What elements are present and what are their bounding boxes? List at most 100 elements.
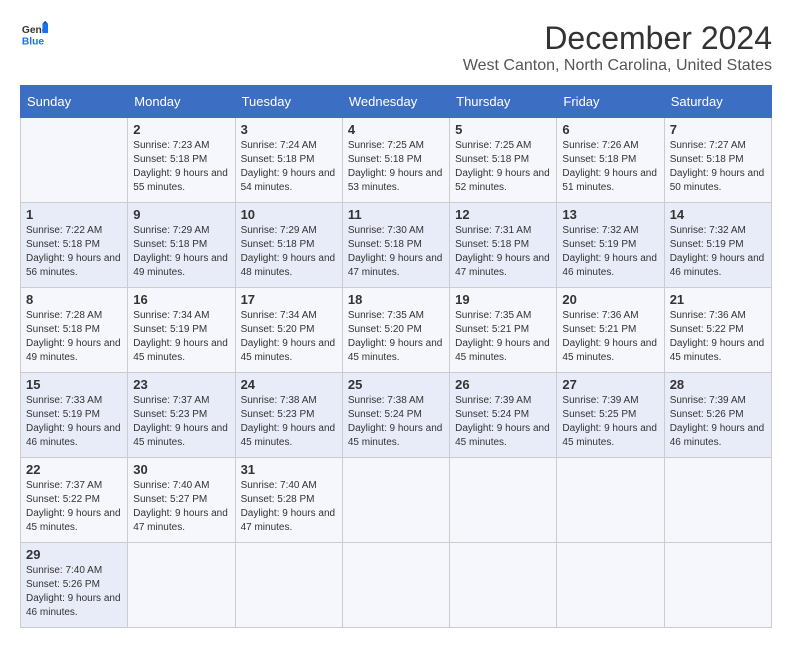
day-info: Sunrise: 7:32 AMSunset: 5:19 PMDaylight:…: [562, 224, 658, 280]
day-info: Sunrise: 7:27 AMSunset: 5:18 PMDaylight:…: [670, 139, 766, 195]
calendar-cell: 27Sunrise: 7:39 AMSunset: 5:25 PMDayligh…: [557, 373, 664, 458]
day-info: Sunrise: 7:37 AMSunset: 5:22 PMDaylight:…: [26, 479, 122, 535]
day-info: Sunrise: 7:38 AMSunset: 5:23 PMDaylight:…: [241, 394, 337, 450]
calendar-cell: 11 Sunrise: 7:30 AMSunset: 5:18 PMDayligh…: [342, 203, 449, 288]
page-header: General Blue December 2024 West Canton, …: [20, 20, 772, 75]
day-info: Sunrise: 7:25 AMSunset: 5:18 PMDaylight:…: [348, 139, 444, 195]
day-info: Sunrise: 7:35 AMSunset: 5:20 PMDaylight:…: [348, 309, 444, 365]
day-info: Sunrise: 7:26 AMSunset: 5:18 PMDaylight:…: [562, 139, 658, 195]
calendar-cell: 20Sunrise: 7:36 AMSunset: 5:21 PMDayligh…: [557, 288, 664, 373]
calendar-cell: [664, 458, 771, 543]
day-info: Sunrise: 7:39 AMSunset: 5:25 PMDaylight:…: [562, 394, 658, 450]
day-info: Sunrise: 7:36 AMSunset: 5:22 PMDaylight:…: [670, 309, 766, 365]
day-number: 12: [455, 207, 551, 222]
calendar-cell: 12 Sunrise: 7:31 AMSunset: 5:18 PMDayligh…: [450, 203, 557, 288]
calendar-cell: [128, 543, 235, 628]
day-info: Sunrise: 7:24 AMSunset: 5:18 PMDaylight:…: [241, 139, 337, 195]
day-number: 19: [455, 292, 551, 307]
calendar-header-cell: Tuesday: [235, 86, 342, 118]
day-number: 28: [670, 377, 766, 392]
page-title: December 2024: [463, 20, 772, 57]
calendar-cell: 21Sunrise: 7:36 AMSunset: 5:22 PMDayligh…: [664, 288, 771, 373]
day-info: Sunrise: 7:38 AMSunset: 5:24 PMDaylight:…: [348, 394, 444, 450]
calendar-table: SundayMondayTuesdayWednesdayThursdayFrid…: [20, 85, 772, 628]
day-info: Sunrise: 7:25 AMSunset: 5:18 PMDaylight:…: [455, 139, 551, 195]
calendar-header-row: SundayMondayTuesdayWednesdayThursdayFrid…: [21, 86, 772, 118]
calendar-cell: [664, 543, 771, 628]
day-number: 24: [241, 377, 337, 392]
day-info: Sunrise: 7:39 AMSunset: 5:26 PMDaylight:…: [670, 394, 766, 450]
calendar-cell: 17 Sunrise: 7:34 AMSunset: 5:20 PMDayligh…: [235, 288, 342, 373]
page-subtitle: West Canton, North Carolina, United Stat…: [463, 57, 772, 75]
day-number: 18: [348, 292, 444, 307]
calendar-cell: 9 Sunrise: 7:29 AMSunset: 5:18 PMDaylight…: [128, 203, 235, 288]
day-info: Sunrise: 7:34 AMSunset: 5:19 PMDaylight:…: [133, 309, 229, 365]
day-number: 5: [455, 122, 551, 137]
calendar-cell: 2Sunrise: 7:23 AMSunset: 5:18 PMDaylight…: [128, 118, 235, 203]
day-number: 8: [26, 292, 122, 307]
day-info: Sunrise: 7:33 AMSunset: 5:19 PMDaylight:…: [26, 394, 122, 450]
day-number: 6: [562, 122, 658, 137]
calendar-cell: 13 Sunrise: 7:32 AMSunset: 5:19 PMDayligh…: [557, 203, 664, 288]
logo-icon: General Blue: [20, 20, 48, 48]
calendar-cell: [342, 543, 449, 628]
day-info: Sunrise: 7:30 AMSunset: 5:18 PMDaylight:…: [348, 224, 444, 280]
day-number: 20: [562, 292, 658, 307]
day-number: 25: [348, 377, 444, 392]
day-info: Sunrise: 7:35 AMSunset: 5:21 PMDaylight:…: [455, 309, 551, 365]
day-info: Sunrise: 7:40 AMSunset: 5:28 PMDaylight:…: [241, 479, 337, 535]
day-number: 16: [133, 292, 229, 307]
day-number: 3: [241, 122, 337, 137]
calendar-row: 1Sunrise: 7:22 AMSunset: 5:18 PMDaylight…: [21, 203, 772, 288]
calendar-cell: 10Sunrise: 7:29 AMSunset: 5:18 PMDayligh…: [235, 203, 342, 288]
calendar-cell: [450, 543, 557, 628]
calendar-row: 15Sunrise: 7:33 AMSunset: 5:19 PMDayligh…: [21, 373, 772, 458]
calendar-cell: [557, 543, 664, 628]
day-number: 17: [241, 292, 337, 307]
day-number: 23: [133, 377, 229, 392]
calendar-cell: 18 Sunrise: 7:35 AMSunset: 5:20 PMDayligh…: [342, 288, 449, 373]
calendar-cell: 4 Sunrise: 7:25 AMSunset: 5:18 PMDaylight…: [342, 118, 449, 203]
calendar-cell: 7 Sunrise: 7:27 AMSunset: 5:18 PMDaylight…: [664, 118, 771, 203]
calendar-cell: [557, 458, 664, 543]
calendar-cell: 6 Sunrise: 7:26 AMSunset: 5:18 PMDaylight…: [557, 118, 664, 203]
calendar-cell: [235, 543, 342, 628]
day-info: Sunrise: 7:22 AMSunset: 5:18 PMDaylight:…: [26, 224, 122, 280]
day-number: 7: [670, 122, 766, 137]
calendar-cell: 8Sunrise: 7:28 AMSunset: 5:18 PMDaylight…: [21, 288, 128, 373]
day-number: 10: [241, 207, 337, 222]
calendar-row: 29Sunrise: 7:40 AMSunset: 5:26 PMDayligh…: [21, 543, 772, 628]
calendar-row: 2Sunrise: 7:23 AMSunset: 5:18 PMDaylight…: [21, 118, 772, 203]
day-number: 30: [133, 462, 229, 477]
calendar-header-cell: Thursday: [450, 86, 557, 118]
svg-text:Blue: Blue: [22, 36, 45, 47]
calendar-cell: 19 Sunrise: 7:35 AMSunset: 5:21 PMDayligh…: [450, 288, 557, 373]
day-number: 11: [348, 207, 444, 222]
calendar-header-cell: Wednesday: [342, 86, 449, 118]
day-number: 4: [348, 122, 444, 137]
calendar-cell: 16 Sunrise: 7:34 AMSunset: 5:19 PMDayligh…: [128, 288, 235, 373]
day-number: 31: [241, 462, 337, 477]
day-info: Sunrise: 7:39 AMSunset: 5:24 PMDaylight:…: [455, 394, 551, 450]
day-number: 9: [133, 207, 229, 222]
day-info: Sunrise: 7:29 AMSunset: 5:18 PMDaylight:…: [133, 224, 229, 280]
calendar-cell: 1Sunrise: 7:22 AMSunset: 5:18 PMDaylight…: [21, 203, 128, 288]
calendar-row: 22 Sunrise: 7:37 AMSunset: 5:22 PMDayligh…: [21, 458, 772, 543]
logo: General Blue: [20, 20, 48, 48]
day-info: Sunrise: 7:31 AMSunset: 5:18 PMDaylight:…: [455, 224, 551, 280]
calendar-cell: 3 Sunrise: 7:24 AMSunset: 5:18 PMDaylight…: [235, 118, 342, 203]
day-number: 22: [26, 462, 122, 477]
calendar-cell: 14Sunrise: 7:32 AMSunset: 5:19 PMDayligh…: [664, 203, 771, 288]
calendar-cell: 15Sunrise: 7:33 AMSunset: 5:19 PMDayligh…: [21, 373, 128, 458]
calendar-cell: 25 Sunrise: 7:38 AMSunset: 5:24 PMDayligh…: [342, 373, 449, 458]
calendar-header-cell: Friday: [557, 86, 664, 118]
calendar-cell: 26Sunrise: 7:39 AMSunset: 5:24 PMDayligh…: [450, 373, 557, 458]
day-info: Sunrise: 7:34 AMSunset: 5:20 PMDaylight:…: [241, 309, 337, 365]
day-info: Sunrise: 7:37 AMSunset: 5:23 PMDaylight:…: [133, 394, 229, 450]
calendar-cell: [450, 458, 557, 543]
calendar-cell: 23 Sunrise: 7:37 AMSunset: 5:23 PMDayligh…: [128, 373, 235, 458]
title-area: December 2024 West Canton, North Carolin…: [463, 20, 772, 75]
calendar-cell: [342, 458, 449, 543]
day-info: Sunrise: 7:23 AMSunset: 5:18 PMDaylight:…: [133, 139, 229, 195]
day-number: 13: [562, 207, 658, 222]
